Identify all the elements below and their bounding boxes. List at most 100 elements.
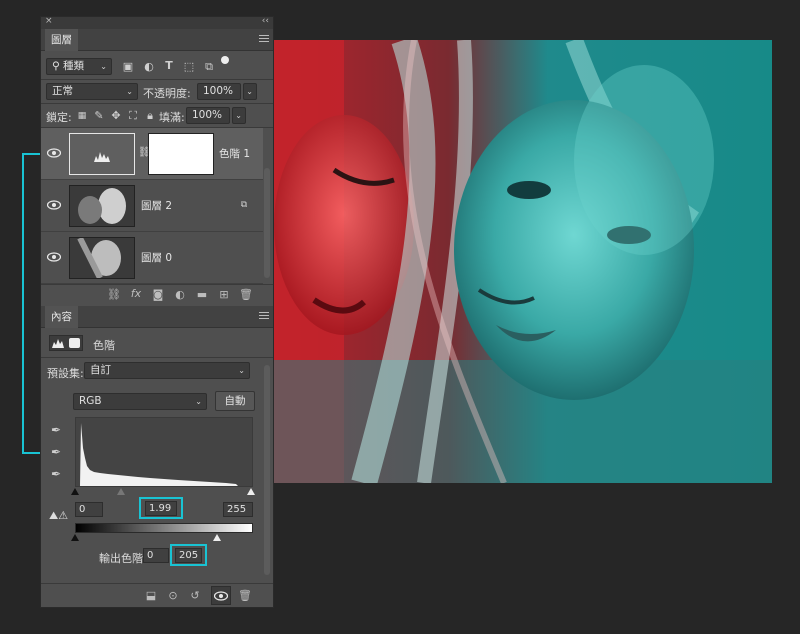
input-gamma-slider[interactable] — [117, 488, 125, 495]
preset-label: 預設集: — [47, 367, 84, 380]
layer-thumbnail[interactable] — [69, 185, 135, 227]
clipping-warning-icon[interactable]: ⛰⚠ — [49, 509, 68, 523]
view-previous-icon[interactable]: ⊙ — [166, 589, 180, 603]
group-folder-icon[interactable]: ▬ — [195, 288, 209, 302]
chevron-down-icon: ⌄ — [195, 397, 202, 406]
lock-image-icon[interactable]: ✎ — [92, 109, 106, 123]
tab-layers[interactable]: 圖層 — [45, 29, 78, 51]
output-black-slider[interactable] — [71, 534, 79, 541]
input-black-field[interactable]: 0 — [75, 502, 103, 517]
adjustment-filter-icon[interactable]: ◐ — [142, 60, 156, 74]
layer-row-0[interactable]: 圖層 0 — [41, 232, 263, 284]
lock-label: 鎖定: — [46, 111, 72, 124]
reset-icon[interactable]: ↺ — [188, 589, 202, 603]
trash-icon[interactable]: 🗑︎ — [238, 589, 252, 603]
trash-icon[interactable]: 🗑︎ — [239, 288, 253, 302]
channel-dropdown[interactable]: RGB ⌄ — [73, 393, 207, 410]
histogram — [75, 417, 253, 487]
layers-tab-bar: 圖層 — [41, 29, 273, 51]
layers-panel-menu-icon[interactable] — [259, 35, 269, 44]
smart-object-filter-icon[interactable]: ⧉ — [202, 60, 216, 74]
eye-icon[interactable] — [47, 148, 61, 158]
input-white-field[interactable]: 255 — [223, 502, 253, 517]
output-white-field[interactable]: 205 — [175, 548, 202, 563]
properties-scrollbar[interactable] — [264, 365, 270, 575]
gray-point-eyedropper-icon[interactable]: ✒ — [49, 445, 63, 459]
layers-scrollbar[interactable] — [264, 168, 270, 278]
auto-button[interactable]: 自動 — [215, 391, 255, 411]
input-black-slider[interactable] — [71, 488, 79, 495]
layer-row-levels[interactable]: ⛓ 色階 1 — [41, 128, 263, 180]
shape-filter-icon[interactable]: ⬚ — [182, 60, 196, 74]
chevron-down-icon: ⌄ — [100, 62, 107, 71]
input-white-slider[interactable] — [247, 488, 255, 495]
fill-dropdown-button[interactable]: ⌄ — [232, 107, 246, 124]
add-mask-icon[interactable]: ◙ — [151, 288, 165, 302]
output-black-field[interactable]: 0 — [143, 548, 169, 563]
eye-icon[interactable] — [47, 252, 61, 262]
opacity-dropdown-button[interactable]: ⌄ — [243, 83, 257, 100]
layer-mask-thumbnail[interactable] — [148, 133, 214, 175]
output-gradient — [75, 523, 253, 533]
fill-value: 100% — [192, 109, 223, 121]
highlight-bracket — [22, 153, 40, 454]
properties-bottom-toolbar: ⬓ ⊙ ↺ 🗑︎ — [41, 583, 273, 607]
collapse-icon[interactable]: ‹‹ — [262, 16, 269, 26]
layer-name[interactable]: 圖層 2 — [141, 198, 172, 213]
adjustment-type-toggle[interactable] — [49, 335, 83, 351]
white-point-eyedropper-icon[interactable]: ✒ — [49, 467, 63, 481]
pixel-filter-icon[interactable]: ▣ — [121, 60, 135, 74]
properties-panel-menu-icon[interactable] — [259, 312, 269, 321]
link-layers-icon[interactable]: ⛓ — [107, 288, 121, 302]
close-icon[interactable]: × — [45, 16, 53, 26]
blend-mode-value: 正常 — [52, 85, 73, 97]
fill-field[interactable]: 100% — [186, 107, 230, 124]
search-icon: ⚲ — [52, 60, 60, 72]
layer-name[interactable]: 色階 1 — [219, 146, 250, 161]
clip-to-layer-icon[interactable]: ⬓ — [144, 589, 158, 603]
new-layer-icon[interactable]: ⊞ — [217, 288, 231, 302]
eye-icon[interactable] — [47, 200, 61, 210]
type-filter-icon[interactable]: T — [162, 59, 176, 73]
channel-value: RGB — [79, 395, 102, 407]
lock-transparent-icon[interactable]: ▦ — [75, 109, 89, 123]
preset-value: 自訂 — [90, 364, 111, 376]
opacity-field[interactable]: 100% — [197, 83, 241, 100]
lock-artboard-icon[interactable]: ⛶ — [126, 109, 140, 123]
adjustment-layer-icon[interactable]: ◐ — [173, 288, 187, 302]
filter-kind-dropdown[interactable]: ⚲ 種類 ⌄ — [46, 58, 112, 75]
fx-icon[interactable]: fx — [129, 287, 143, 301]
layer-thumbnail[interactable] — [69, 237, 135, 279]
input-gamma-field[interactable]: 1.99 — [145, 501, 177, 516]
chevron-down-icon: ⌄ — [235, 111, 242, 120]
output-white-slider[interactable] — [213, 534, 221, 541]
levels-histogram-icon — [94, 152, 110, 162]
smart-object-badge-icon: ⧉ — [240, 200, 248, 210]
blend-mode-dropdown[interactable]: 正常 ⌄ — [46, 83, 138, 100]
photo-image — [274, 40, 772, 483]
layer-name[interactable]: 圖層 0 — [141, 250, 172, 265]
lock-position-icon[interactable]: ✥ — [109, 109, 123, 123]
eye-icon — [214, 591, 228, 601]
opacity-label: 不透明度: — [143, 87, 191, 100]
output-levels-label: 輸出色階: — [99, 552, 147, 565]
portrait-thumbnail-image — [70, 186, 134, 226]
portrait-thumbnail-image — [70, 238, 134, 278]
fill-label: 填滿: — [159, 111, 185, 124]
mask-icon — [69, 338, 80, 348]
preset-dropdown[interactable]: 自訂 ⌄ — [84, 362, 250, 379]
chevron-down-icon: ⌄ — [126, 87, 133, 96]
toggle-visibility-button[interactable] — [211, 586, 231, 605]
levels-adjustment-thumbnail[interactable] — [69, 133, 135, 175]
lock-all-icon[interactable]: 🔒︎ — [143, 109, 157, 123]
black-point-eyedropper-icon[interactable]: ✒ — [49, 423, 63, 437]
properties-tab-bar: 內容 — [41, 306, 273, 328]
tab-properties[interactable]: 內容 — [45, 306, 78, 328]
output-highlight-box: 205 — [170, 544, 207, 566]
layer-filter-row: ⚲ 種類 ⌄ ▣ ◐ T ⬚ ⧉ — [41, 53, 273, 79]
layer-row-2[interactable]: 圖層 2 ⧉ — [41, 180, 263, 232]
panel-top-strip: × ‹‹ — [41, 16, 273, 29]
layers-list: ⛓ 色階 1 圖層 2 ⧉ 圖層 0 — [41, 128, 273, 284]
document-canvas[interactable] — [274, 40, 772, 483]
filter-toggle-icon[interactable] — [221, 56, 229, 64]
